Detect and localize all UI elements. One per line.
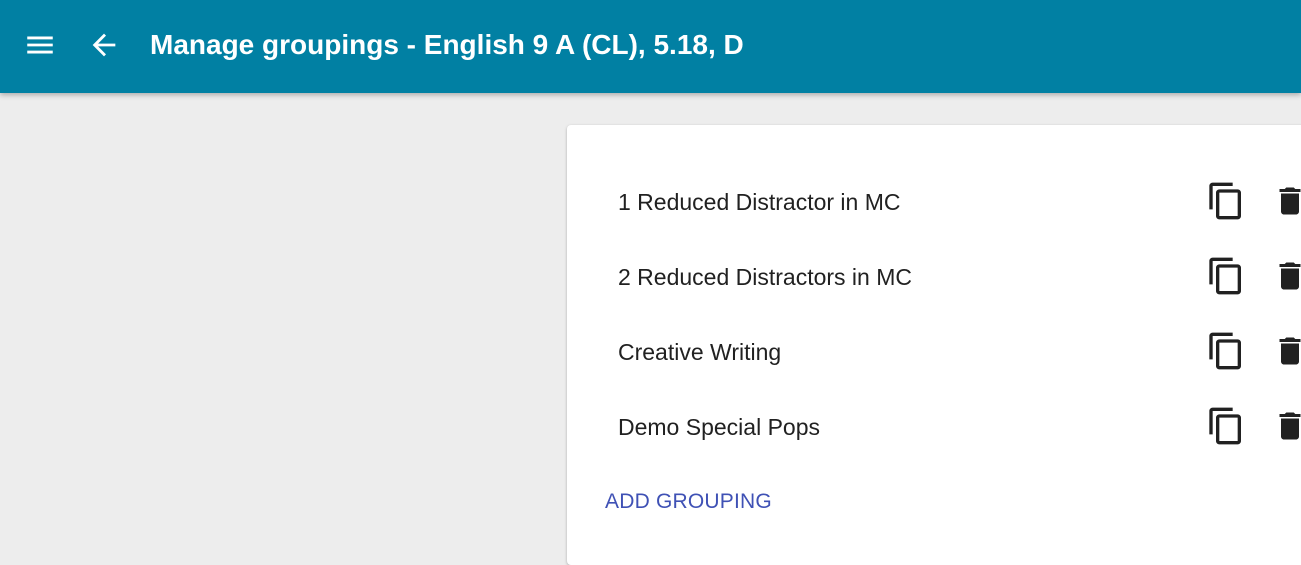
copy-icon (1209, 332, 1241, 370)
delete-icon (1279, 262, 1301, 290)
delete-grouping-button[interactable] (1270, 256, 1301, 296)
copy-grouping-button[interactable] (1206, 331, 1246, 371)
app-bar: Manage groupings - English 9 A (CL), 5.1… (0, 0, 1301, 93)
grouping-label: 2 Reduced Distractors in MC (618, 264, 912, 290)
grouping-row: 2 Reduced Distractors in MC (618, 256, 1301, 296)
copy-icon (1209, 257, 1241, 295)
grouping-label: 1 Reduced Distractor in MC (618, 189, 901, 215)
delete-icon (1279, 337, 1301, 365)
arrow-back-icon (92, 33, 116, 57)
grouping-row: Creative Writing (618, 331, 1301, 371)
grouping-row: Demo Special Pops (618, 406, 1301, 446)
page-title: Manage groupings - English 9 A (CL), 5.1… (150, 29, 744, 60)
copy-grouping-button[interactable] (1206, 181, 1246, 221)
menu-button[interactable] (20, 25, 60, 65)
menu-icon (27, 36, 53, 54)
grouping-label: Creative Writing (618, 339, 782, 365)
delete-grouping-button[interactable] (1270, 331, 1301, 371)
add-grouping-button[interactable]: ADD GROUPING (605, 487, 772, 517)
copy-grouping-button[interactable] (1206, 406, 1246, 446)
grouping-row: 1 Reduced Distractor in MC (618, 181, 1301, 221)
groupings-card: 1 Reduced Distractor in MC 2 Reduced Dis… (567, 125, 1301, 565)
copy-grouping-button[interactable] (1206, 256, 1246, 296)
grouping-label: Demo Special Pops (618, 414, 820, 440)
copy-icon (1209, 182, 1241, 220)
delete-grouping-button[interactable] (1270, 181, 1301, 221)
delete-icon (1279, 412, 1301, 440)
delete-icon (1279, 187, 1301, 215)
back-button[interactable] (84, 25, 124, 65)
copy-icon (1209, 407, 1241, 445)
delete-grouping-button[interactable] (1270, 406, 1301, 446)
